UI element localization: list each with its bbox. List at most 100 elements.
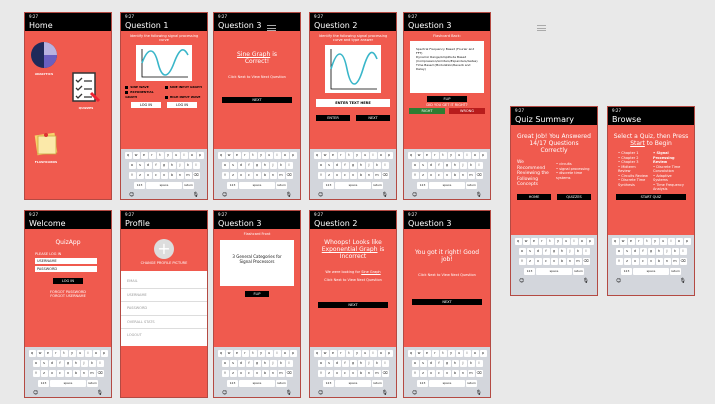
emoji-icon[interactable]: ☺ <box>412 390 417 396</box>
key[interactable]: i <box>667 238 675 245</box>
key[interactable]: s <box>623 248 631 255</box>
key[interactable]: c <box>639 258 647 265</box>
shift-key[interactable]: ⇧ <box>221 370 229 377</box>
shift-key[interactable]: ⇧ <box>411 370 419 377</box>
menu-icon[interactable] <box>267 25 276 31</box>
key[interactable]: p <box>385 152 393 159</box>
return-key[interactable]: return <box>670 268 681 275</box>
delete-key[interactable]: ⌫ <box>381 370 389 377</box>
key[interactable]: a <box>221 162 229 169</box>
numbers-key[interactable]: 123 <box>323 380 334 387</box>
key[interactable]: h <box>655 248 663 255</box>
key[interactable]: e <box>423 350 431 357</box>
forgot-username-link[interactable]: FORGOT USERNAME <box>25 294 111 298</box>
topic-item-selected[interactable]: • Signal Processing Review <box>653 151 684 165</box>
key[interactable]: b <box>72 370 80 377</box>
key[interactable]: k <box>467 162 475 169</box>
key[interactable]: s <box>526 248 534 255</box>
key[interactable]: b <box>168 172 176 179</box>
key[interactable]: b <box>558 258 566 265</box>
key[interactable]: z <box>229 370 237 377</box>
space-key[interactable]: space <box>335 182 371 189</box>
key[interactable]: h <box>261 360 269 367</box>
key[interactable]: o <box>377 350 385 357</box>
key[interactable]: e <box>423 152 431 159</box>
key[interactable]: r <box>241 152 249 159</box>
key[interactable]: e <box>627 238 635 245</box>
key[interactable]: v <box>160 172 168 179</box>
key[interactable]: c <box>435 370 443 377</box>
key[interactable]: z <box>229 172 237 179</box>
correct-answer-link[interactable]: Sine Graph <box>361 270 380 274</box>
key[interactable]: j <box>566 248 574 255</box>
key[interactable]: b <box>357 172 365 179</box>
key[interactable]: x <box>333 370 341 377</box>
return-key[interactable]: return <box>87 380 98 387</box>
emoji-icon[interactable]: ☺ <box>519 278 524 284</box>
key[interactable]: k <box>277 162 285 169</box>
key[interactable]: g <box>349 360 357 367</box>
key[interactable]: y <box>164 152 172 159</box>
key[interactable]: a <box>411 360 419 367</box>
key[interactable]: c <box>152 172 160 179</box>
key[interactable]: n <box>80 370 88 377</box>
key[interactable]: f <box>542 248 550 255</box>
key[interactable]: h <box>451 360 459 367</box>
key[interactable]: c <box>245 172 253 179</box>
key[interactable]: n <box>365 370 373 377</box>
key[interactable]: l <box>679 248 687 255</box>
key[interactable]: p <box>385 350 393 357</box>
key[interactable]: d <box>144 162 152 169</box>
next-button[interactable]: NEXT <box>222 97 292 103</box>
key[interactable]: q <box>407 350 415 357</box>
logout-item[interactable]: LOGOUT <box>121 329 207 342</box>
key[interactable]: k <box>671 248 679 255</box>
shift-key[interactable]: ⇧ <box>518 258 526 265</box>
key[interactable]: l <box>381 162 389 169</box>
answer-link[interactable]: Exponential Graph <box>322 246 378 253</box>
key[interactable]: x <box>631 258 639 265</box>
key[interactable]: d <box>333 162 341 169</box>
key[interactable]: e <box>140 152 148 159</box>
key[interactable]: i <box>180 152 188 159</box>
key[interactable]: t <box>546 238 554 245</box>
key[interactable]: e <box>329 152 337 159</box>
key[interactable]: u <box>76 350 84 357</box>
key[interactable]: u <box>265 152 273 159</box>
key[interactable]: g <box>160 162 168 169</box>
key[interactable]: f <box>245 360 253 367</box>
return-key[interactable]: return <box>372 380 383 387</box>
mic-icon[interactable]: 🎙 <box>97 390 103 396</box>
key[interactable]: l <box>475 162 483 169</box>
enter-button[interactable]: ENTER <box>316 115 350 121</box>
key[interactable]: b <box>261 370 269 377</box>
key[interactable]: p <box>289 350 297 357</box>
flip-button[interactable]: FLIP <box>245 291 269 297</box>
key[interactable]: z <box>526 258 534 265</box>
chapter-item[interactable]: • Discrete Time Synthesis <box>618 178 649 187</box>
key[interactable]: w <box>225 152 233 159</box>
key[interactable]: z <box>40 370 48 377</box>
key[interactable]: m <box>574 258 582 265</box>
shift-key[interactable]: ⇧ <box>411 172 419 179</box>
space-key[interactable]: space <box>536 268 572 275</box>
key[interactable]: b <box>261 172 269 179</box>
answer-link[interactable]: Sine Graph <box>237 51 270 58</box>
key[interactable]: x <box>427 370 435 377</box>
key[interactable]: q <box>514 238 522 245</box>
key[interactable]: i <box>369 350 377 357</box>
key[interactable]: f <box>639 248 647 255</box>
space-key[interactable]: space <box>239 380 275 387</box>
mic-icon[interactable]: 🎙 <box>382 192 388 198</box>
key[interactable]: z <box>325 370 333 377</box>
key[interactable]: x <box>427 172 435 179</box>
key[interactable]: p <box>683 238 691 245</box>
topic-item[interactable]: • Discrete Time Convolution <box>653 165 684 174</box>
key[interactable]: h <box>357 360 365 367</box>
return-key[interactable]: return <box>276 380 287 387</box>
key[interactable]: w <box>36 350 44 357</box>
return-key[interactable]: return <box>466 182 477 189</box>
key[interactable]: m <box>671 258 679 265</box>
key[interactable]: k <box>467 360 475 367</box>
return-key[interactable]: return <box>573 268 584 275</box>
